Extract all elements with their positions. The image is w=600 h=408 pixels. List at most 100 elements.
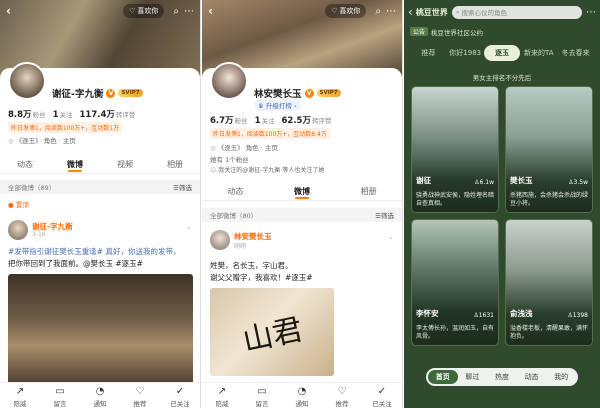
search-icon[interactable]: ⌕: [375, 6, 381, 17]
header: ‹ 桃豆世界 ⌕ 搜索心仪的角色 ⋯: [404, 4, 600, 20]
tab-recommend[interactable]: 推荐: [410, 45, 447, 61]
bottom-comment[interactable]: ▭ 留言: [242, 383, 282, 408]
avatar[interactable]: [8, 62, 46, 100]
nav-hot[interactable]: 热度: [487, 370, 517, 384]
tab-1983[interactable]: 你好1983: [447, 45, 484, 61]
feed-header: 全部微博（80） ☰筛选: [202, 208, 402, 222]
bottom-followed[interactable]: ✓ 已关注: [160, 383, 200, 408]
post-time: 刚刚: [234, 243, 247, 250]
tab-album[interactable]: 相册: [150, 156, 200, 173]
tab-dynamic[interactable]: 动态: [202, 183, 269, 200]
bottom-share[interactable]: ↗ 陪威: [202, 383, 242, 408]
bottom-recommend[interactable]: ♡ 推荐: [120, 383, 160, 408]
tab-weibo[interactable]: 微博: [50, 156, 100, 173]
svip-badge: SVIP7: [316, 89, 341, 97]
post-image[interactable]: 山君: [210, 288, 334, 376]
character-desc: 李太傅长孙，温润如玉，自有风骨。: [416, 325, 495, 340]
post-image[interactable]: [8, 274, 193, 384]
character-desc: 骁勇战神武安侯，隐姓埋名暗自查真相。: [416, 192, 495, 207]
bottom-comment[interactable]: ▭ 留言: [40, 383, 80, 408]
tab-zhuyu[interactable]: 逐玉: [483, 45, 521, 61]
username: 林安樊长玉 V SVIP7: [254, 86, 341, 100]
bottom-bar: ↗ 陪威 ▭ 留言 ◔ 通知 ♡ 推荐 ✓ 已关注: [202, 382, 402, 408]
search-input[interactable]: ⌕ 搜索心仪的角色: [451, 5, 582, 19]
stat-following[interactable]: 1关注: [53, 109, 73, 120]
bottom-notify[interactable]: ◔ 通知: [282, 383, 322, 408]
upgrade-button[interactable]: ♛ 升级打榜 ›: [254, 99, 301, 111]
like-pill-button[interactable]: ♡ 喜欢你: [123, 4, 165, 18]
weibo-post[interactable]: 谢征-字九衡 3-16 ⌄ #发带指引谢征樊长玉重逢# 真好，你送我的发带， 把…: [0, 218, 200, 388]
profile-card: 谢征-字九衡 V SVIP7 8.8万粉丝 1关注 117.4万转评赞 昨日发博…: [0, 62, 200, 408]
stat-fans[interactable]: 8.8万粉丝: [8, 108, 46, 120]
character-card-yuqianqian[interactable]: 俞浅浅 ♙1398 溢香楼老板，清醒果敢，满怀抱负。: [505, 219, 593, 346]
bottom-recommend[interactable]: ♡ 推荐: [322, 383, 362, 408]
notice-bar[interactable]: 公告 桃豆世界社区公约: [410, 25, 594, 38]
stat-following[interactable]: 1关注: [255, 115, 275, 126]
weibo-post[interactable]: 林安樊长玉 刚刚 ⌄ 姓樊，名长玉，字山君。 谢父父赠字，我喜欢！#逐玉# 山君: [202, 228, 402, 378]
users-icon: ☺: [210, 167, 217, 174]
like-pill-button[interactable]: ♡ 喜欢你: [325, 4, 367, 18]
calligraphy-text: 山君: [239, 312, 306, 359]
nav-home[interactable]: 首页: [428, 370, 458, 384]
nav-me[interactable]: 我的: [546, 370, 576, 384]
character-fans: ♙1398: [567, 312, 588, 319]
role-info[interactable]: ◎ 《逐玉》 角色 · 主页: [210, 142, 278, 152]
post-avatar[interactable]: [8, 220, 28, 240]
profile-panel-xiezheng: ‹ ♡ 喜欢你 ⌕ ⋯ 谢征-字九衡 V SVIP7 8.8万粉丝 1关注 117…: [0, 0, 201, 408]
post-time: 3-16: [32, 231, 46, 238]
top-bar: ‹ ♡ 喜欢你 ⌕ ⋯: [0, 3, 200, 19]
avatar[interactable]: [210, 62, 248, 100]
comment-icon: ▭: [55, 386, 65, 397]
bell-icon: ◔: [95, 386, 105, 397]
filter-button[interactable]: ☰筛选: [375, 210, 394, 220]
stat-fans[interactable]: 6.7万粉丝: [210, 114, 248, 126]
character-desc: 杀猪西施，会杀猪会杀战的绿豆小将。: [510, 192, 589, 207]
character-card-lihuaian[interactable]: 李怀安 ♙1631 李太傅长孙，温润如玉，自有风骨。: [411, 219, 499, 346]
back-button[interactable]: ‹: [208, 4, 213, 18]
character-name: 谢征: [416, 176, 431, 185]
followed-icon: ✓: [175, 386, 185, 397]
tab-spring[interactable]: 冬去春来: [557, 45, 594, 61]
activity-tag: 昨日发博1，阅读数100万+，互动数8.4万: [210, 128, 330, 139]
nav-feed[interactable]: 动态: [517, 370, 547, 384]
bottom-nav: 首页 聊过 热度 动态 我的: [426, 368, 578, 386]
role-info[interactable]: ◎ 《逐玉》 角色 · 主页: [8, 135, 76, 145]
more-icon[interactable]: ⋯: [184, 6, 194, 17]
nav-chatted[interactable]: 聊过: [458, 370, 488, 384]
tab-weibo[interactable]: 微博: [269, 183, 336, 200]
character-desc: 溢香楼老板，清醒果敢，满怀抱负。: [510, 325, 589, 340]
tab-video[interactable]: 视频: [100, 156, 150, 173]
bottom-notify[interactable]: ◔ 通知: [80, 383, 120, 408]
ranking-note: 男女主排名不分先后: [472, 74, 532, 82]
bottom-share[interactable]: ↗ 陪威: [0, 383, 40, 408]
share-icon: ↗: [217, 386, 227, 397]
back-button[interactable]: ‹: [6, 4, 11, 18]
bottom-followed[interactable]: ✓ 已关注: [362, 383, 402, 408]
cart-icon: ♡: [331, 7, 338, 15]
page-title[interactable]: 桃豆世界: [416, 7, 448, 18]
info-icon: ◎: [8, 137, 14, 145]
more-icon[interactable]: ⋯: [386, 6, 396, 17]
more-icon[interactable]: ⋯: [586, 7, 596, 18]
post-text-line1: #发带指引谢征樊长玉重逢# 真好，你送我的发带，: [8, 247, 181, 256]
stats-row: 8.8万粉丝 1关注 117.4万转评赞: [8, 108, 135, 120]
thumb-icon: ♡: [337, 386, 347, 397]
filter-button[interactable]: ☰筛选: [173, 182, 192, 192]
character-name: 俞浅浅: [510, 309, 533, 318]
feed-header: 全部微博（89） ☰筛选: [0, 180, 200, 194]
character-card-xiezheng[interactable]: 谢征 ♙6.1w 骁勇战神武安侯，隐姓埋名暗自查真相。: [411, 86, 499, 213]
chevron-down-icon[interactable]: ⌄: [185, 222, 192, 231]
mutual-follow-info[interactable]: ☺ 我关注的@谢征-字九衡 等人也关注了她: [210, 165, 324, 174]
tab-newcomers[interactable]: 新来的TA: [520, 45, 557, 61]
post-avatar[interactable]: [210, 230, 230, 250]
tab-dynamic[interactable]: 动态: [0, 156, 50, 173]
post-text-line2: 把你带回到了我面前。@樊长玉 #逐玉#: [8, 259, 143, 268]
search-icon[interactable]: ⌕: [173, 6, 179, 17]
tab-album[interactable]: 相册: [335, 183, 402, 200]
activity-tags: 昨日发博1，阅读数100万+，互动数1万: [8, 122, 123, 133]
character-card-fanchangyu[interactable]: 樊长玉 ♙3.5w 杀猪西施，会杀猪会杀战的绿豆小将。: [505, 86, 593, 213]
character-name: 李怀安: [416, 309, 439, 318]
chevron-down-icon[interactable]: ⌄: [387, 232, 394, 241]
back-button[interactable]: ‹: [408, 5, 413, 19]
bottom-bar: ↗ 陪威 ▭ 留言 ◔ 通知 ♡ 推荐 ✓ 已关注: [0, 382, 200, 408]
